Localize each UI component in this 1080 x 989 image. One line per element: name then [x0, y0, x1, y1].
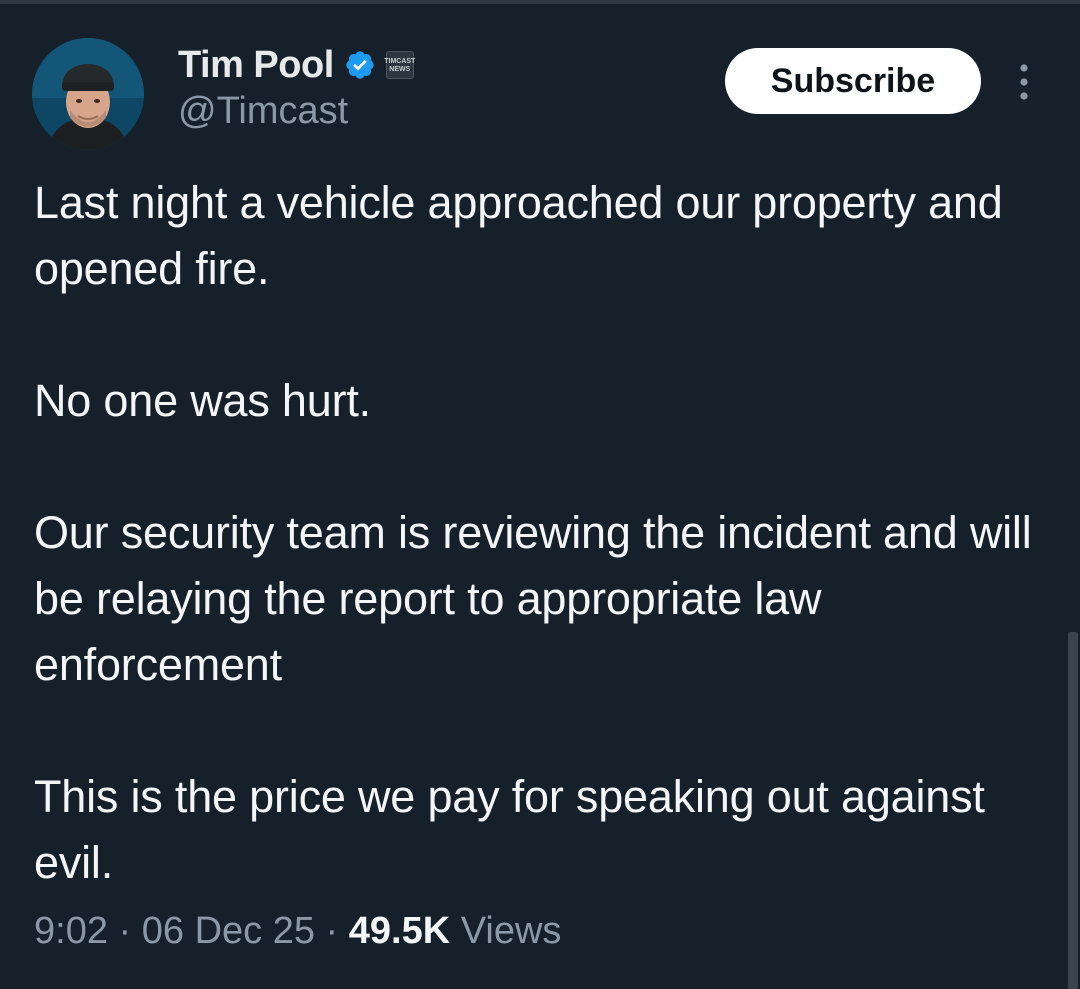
- tweet-date[interactable]: 06 Dec 25: [142, 910, 315, 952]
- scrollbar[interactable]: [1068, 632, 1078, 989]
- more-vertical-icon[interactable]: [1012, 60, 1036, 104]
- author-display-name[interactable]: Tim Pool: [178, 44, 334, 87]
- tweet-time[interactable]: 9:02: [34, 910, 108, 952]
- tweet-meta: 9:02 · 06 Dec 25 · 49.5K Views: [34, 910, 561, 953]
- affiliate-badge-line2: NEWS: [389, 65, 411, 73]
- meta-separator: ·: [118, 910, 132, 952]
- avatar[interactable]: [32, 38, 144, 150]
- tweet-paragraph: This is the price we pay for speaking ou…: [34, 771, 985, 888]
- affiliate-badge-line1: TIMCAST: [384, 57, 416, 65]
- meta-separator: ·: [325, 910, 339, 952]
- tweet-text: Last night a vehicle approached our prop…: [34, 170, 1064, 896]
- verified-badge-icon[interactable]: [344, 49, 376, 81]
- author-handle[interactable]: @Timcast: [178, 90, 348, 133]
- affiliate-badge-icon[interactable]: TIMCAST NEWS: [384, 51, 416, 79]
- tweet-paragraph: Last night a vehicle approached our prop…: [34, 177, 1003, 294]
- author-name-row: Tim Pool TIMCAST NEWS: [178, 40, 416, 90]
- views-count: 49.5K: [348, 910, 451, 952]
- avatar-image: [32, 38, 144, 150]
- tweet-paragraph: No one was hurt.: [34, 375, 371, 426]
- subscribe-button[interactable]: Subscribe: [725, 48, 981, 114]
- views-label: Views: [460, 910, 562, 952]
- tweet-paragraph: Our security team is reviewing the incid…: [34, 507, 1032, 690]
- top-divider: [0, 0, 1080, 4]
